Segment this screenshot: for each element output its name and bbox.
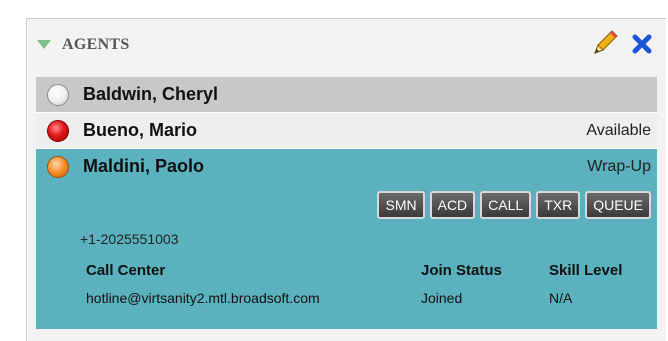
agents-panel: AGENTS Baldwin, Cheryl Bueno, Mario Avai… [26, 18, 666, 341]
pencil-icon[interactable] [591, 29, 619, 57]
column-header-call-center: Call Center [86, 262, 166, 279]
panel-title: AGENTS [62, 36, 130, 53]
agent-name: Baldwin, Cheryl [83, 84, 219, 104]
close-x-icon[interactable] [631, 33, 653, 55]
txr-button[interactable]: TXR [536, 191, 581, 219]
column-header-skill-level: Skill Level [549, 262, 623, 279]
status-indicator-icon [47, 84, 69, 106]
agent-row[interactable]: Bueno, Mario Available [36, 113, 657, 149]
agent-name: Maldini, Paolo [83, 156, 205, 176]
agent-status: Wrap-Up [587, 158, 651, 175]
agent-row-selected[interactable]: Maldini, Paolo Wrap-Up SMN ACD CALL TXR … [36, 149, 657, 329]
status-indicator-icon [47, 156, 69, 178]
cell-call-center: hotline@virtsanity2.mtl.broadsoft.com [86, 290, 320, 306]
agent-row[interactable]: Baldwin, Cheryl [36, 77, 657, 113]
acd-button[interactable]: ACD [429, 191, 476, 219]
call-button[interactable]: CALL [480, 191, 532, 219]
agent-list: Baldwin, Cheryl Bueno, Mario Available M… [36, 77, 657, 329]
status-indicator-icon [47, 120, 69, 142]
panel-header: AGENTS [27, 19, 666, 71]
column-header-join-status: Join Status [421, 262, 502, 279]
cell-skill-level: N/A [549, 290, 573, 306]
cell-join-status: Joined [421, 290, 463, 306]
agent-name: Bueno, Mario [83, 120, 198, 140]
agent-phone: +1-2025551003 [80, 231, 179, 247]
smn-button[interactable]: SMN [377, 191, 425, 219]
queue-button[interactable]: QUEUE [585, 191, 651, 219]
agent-action-buttons: SMN ACD CALL TXR QUEUE [377, 191, 651, 219]
agent-status: Available [586, 122, 651, 139]
triangle-down-icon[interactable] [37, 40, 51, 49]
